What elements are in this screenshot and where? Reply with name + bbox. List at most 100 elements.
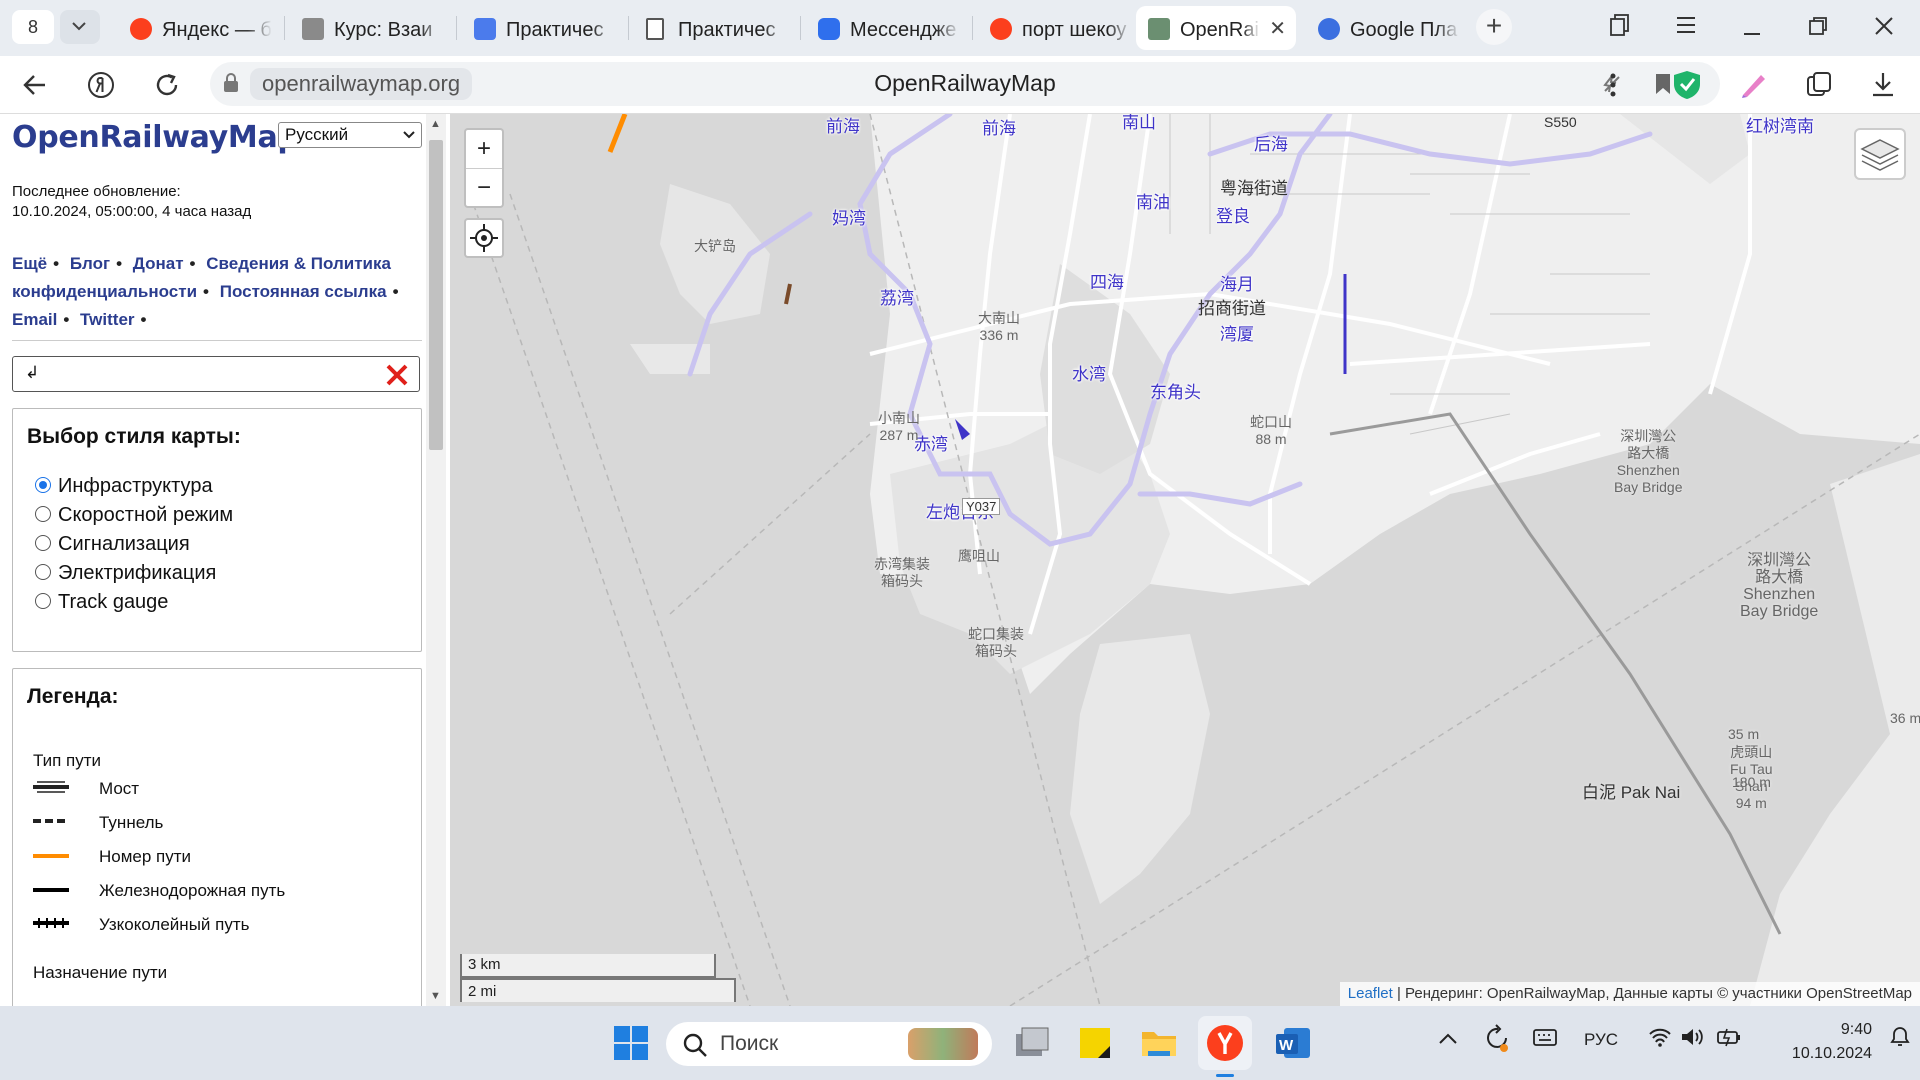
info-links: Ещё • Блог • Донат • Сведения & Политика ко…	[12, 254, 399, 329]
yandex-browser-taskbar-icon[interactable]	[1198, 1016, 1252, 1077]
collections-icon[interactable]	[1602, 12, 1638, 42]
protect-shield-icon[interactable]	[1668, 67, 1706, 103]
tabs-collections-icon[interactable]	[1800, 67, 1838, 103]
tab-title: OpenRai	[1180, 19, 1259, 41]
scrollbar-thumb[interactable]	[429, 140, 443, 450]
address-bar[interactable]: openrailwaymap.org OpenRailwayMap	[210, 62, 1720, 106]
new-tab-button[interactable]: +	[1476, 9, 1512, 45]
tab-messenger[interactable]: Мессендже	[806, 6, 971, 50]
alice-icon[interactable]	[1734, 67, 1772, 103]
more-options-icon[interactable]	[1594, 67, 1632, 103]
sync-icon[interactable]	[1484, 1024, 1512, 1059]
tab-title: Практичес	[506, 19, 604, 41]
reload-icon[interactable]	[148, 67, 186, 103]
tab-port-shekou[interactable]: порт шекоу	[978, 6, 1143, 50]
zoom-control: + −	[464, 128, 504, 208]
language-select[interactable]: Русский	[278, 122, 422, 148]
tunnel-line-icon	[33, 819, 69, 823]
road-shield: Y037	[962, 498, 1001, 515]
road-shield: S550	[1544, 114, 1577, 130]
station-label[interactable]: 四海	[1090, 268, 1124, 293]
zoom-out-button[interactable]: −	[466, 168, 502, 206]
station-label[interactable]: 湾厦	[1220, 320, 1254, 345]
back-icon[interactable]	[16, 67, 54, 103]
minimize-icon[interactable]	[1734, 12, 1770, 42]
legend-section-usage: Назначение пути	[33, 963, 168, 982]
docs-icon	[474, 18, 496, 40]
scale-km: 3 km	[460, 954, 716, 978]
tab-google-play[interactable]: Google Пла	[1306, 6, 1471, 50]
search-placeholder: Поиск	[720, 1032, 779, 1055]
station-label[interactable]: 登良	[1216, 202, 1250, 227]
scroll-down-icon[interactable]: ▼	[430, 990, 441, 1002]
tab-course[interactable]: Курс: Взаи	[290, 6, 455, 50]
close-tab-icon[interactable]: ✕	[1269, 16, 1286, 41]
search-highlight-icon	[908, 1028, 978, 1060]
openrailwaymap-icon	[1148, 18, 1170, 40]
link-email[interactable]: Email	[12, 310, 57, 329]
site-title[interactable]: OpenRailwayMap	[12, 120, 299, 155]
zoom-in-button[interactable]: +	[466, 130, 502, 168]
last-update-label: Последнее обновление:	[12, 183, 181, 200]
file-explorer-icon[interactable]	[1136, 1020, 1182, 1066]
keyboard-icon[interactable]	[1532, 1026, 1558, 1053]
place-label: 蛇口集装 箱码头	[968, 626, 1024, 659]
tab-practice-2[interactable]: Практичес	[634, 6, 799, 50]
station-label[interactable]: 前海	[982, 114, 1016, 139]
wifi-icon[interactable]	[1648, 1026, 1672, 1053]
leaflet-link[interactable]: Leaflet	[1348, 985, 1393, 1002]
place-label: 蛇口山 88 m	[1250, 414, 1292, 447]
map-style-title: Выбор стиля карты:	[27, 425, 241, 448]
notification-icon[interactable]	[1888, 1024, 1912, 1055]
windows-start-icon[interactable]	[608, 1020, 654, 1066]
locate-button[interactable]	[464, 218, 504, 258]
link-blog[interactable]: Блог	[70, 254, 110, 273]
clock-date: 10.10.2024	[1791, 1045, 1872, 1062]
divider	[12, 340, 422, 341]
volume-icon[interactable]	[1680, 1026, 1704, 1053]
battery-icon[interactable]	[1716, 1026, 1742, 1053]
clear-search-icon[interactable]	[383, 361, 411, 389]
place-label: 鹰咀山	[958, 548, 1000, 564]
tab-practice-1[interactable]: Практичес	[462, 6, 627, 50]
yandex-home-icon[interactable]	[82, 67, 120, 103]
link-twitter[interactable]: Twitter	[80, 310, 134, 329]
station-label[interactable]: 南山	[1122, 114, 1156, 133]
scroll-up-icon[interactable]: ▲	[430, 118, 441, 130]
station-label[interactable]: 妈湾	[832, 204, 866, 229]
station-label[interactable]: 荔湾	[880, 284, 914, 309]
sidebar-scrollbar[interactable]: ▲ ▼	[426, 114, 446, 1006]
station-label[interactable]: 水湾	[1072, 360, 1106, 385]
search-input[interactable]: ↲	[12, 356, 420, 392]
attribution-text: | Рендеринг: OpenRailwayMap, Данные карт…	[1392, 985, 1912, 1002]
tab-list-button[interactable]	[60, 10, 100, 44]
taskbar: Поиск W РУС 9:40 10.10.2024	[0, 1006, 1920, 1080]
tab-yandex[interactable]: Яндекс — б	[118, 6, 283, 50]
restore-icon[interactable]	[1800, 12, 1836, 42]
tab-openrailwaymap[interactable]: OpenRai ✕	[1136, 6, 1296, 50]
link-donate[interactable]: Донат	[133, 254, 184, 273]
taskbar-search[interactable]: Поиск	[666, 1022, 992, 1066]
layers-button[interactable]	[1854, 128, 1906, 180]
station-label[interactable]: 后海	[1254, 130, 1288, 155]
close-window-icon[interactable]	[1866, 12, 1902, 42]
task-view-icon[interactable]	[1008, 1020, 1054, 1066]
word-icon[interactable]: W	[1270, 1020, 1316, 1066]
system-clock[interactable]: 9:40 10.10.2024	[1750, 1018, 1872, 1066]
station-label[interactable]: 红树湾南	[1746, 114, 1814, 137]
menu-icon[interactable]	[1668, 12, 1704, 42]
tab-title: порт шекоу	[1022, 19, 1127, 41]
chevron-up-icon[interactable]	[1438, 1030, 1458, 1050]
railway-map[interactable]: 前海 前海 妈湾 荔湾 赤湾 左炮台东 南油 登良 四海 海月 湾厦 水湾 东角…	[450, 114, 1920, 1006]
station-label[interactable]: 前海	[826, 114, 860, 137]
station-label[interactable]: 东角头	[1150, 378, 1201, 403]
input-language[interactable]: РУС	[1584, 1030, 1618, 1050]
tab-title: Практичес	[678, 19, 776, 41]
sticky-notes-icon[interactable]	[1072, 1020, 1118, 1066]
link-more[interactable]: Ещё	[12, 254, 47, 273]
tab-counter[interactable]: 8	[12, 10, 54, 44]
link-permalink[interactable]: Постоянная ссылка	[220, 282, 387, 301]
station-label[interactable]: 海月	[1220, 270, 1254, 295]
station-label[interactable]: 南油	[1136, 188, 1170, 213]
download-icon[interactable]	[1864, 67, 1902, 103]
